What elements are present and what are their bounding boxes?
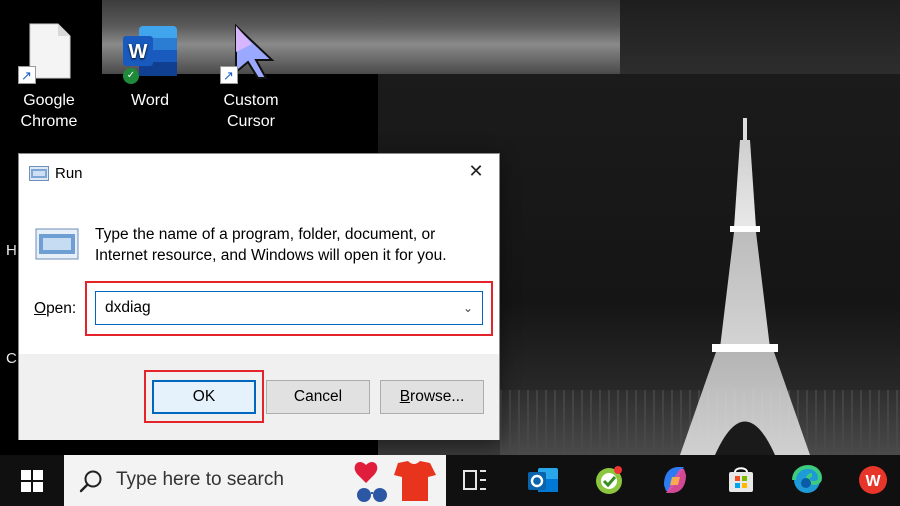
desktop-icon-custom-cursor[interactable]: Custom Cursor bbox=[206, 22, 296, 132]
dialog-title: Run bbox=[55, 165, 83, 182]
dialog-titlebar[interactable]: Run ✕ bbox=[19, 154, 499, 194]
edge-icon[interactable] bbox=[790, 463, 824, 497]
browse-mnemonic: B bbox=[399, 388, 411, 405]
svg-text:W: W bbox=[129, 41, 148, 63]
dialog-description: Type the name of a program, folder, docu… bbox=[95, 226, 447, 264]
desktop-icon-label: Chrome bbox=[20, 113, 78, 130]
search-highlight-illustration-icon bbox=[354, 461, 436, 502]
desktop-icon-google-chrome[interactable]: Google Chrome bbox=[4, 22, 94, 132]
desktop-icon-label: Word bbox=[131, 92, 169, 109]
edge-label-2: C bbox=[6, 350, 17, 367]
browse-label: rowse... bbox=[410, 388, 465, 405]
search-icon bbox=[79, 470, 102, 493]
ok-button[interactable]: OK bbox=[152, 380, 256, 414]
desktop-icon-label: Custom bbox=[223, 92, 279, 109]
windows-logo-icon bbox=[21, 470, 43, 492]
browse-button[interactable]: Browse... bbox=[380, 380, 484, 414]
store-icon[interactable] bbox=[724, 463, 758, 497]
desktop-icon-label: Cursor bbox=[226, 113, 275, 130]
eiffel-tower-image bbox=[680, 118, 810, 455]
run-large-icon bbox=[35, 228, 79, 260]
open-label-text: pen: bbox=[46, 300, 77, 317]
close-button[interactable]: ✕ bbox=[453, 154, 499, 190]
run-icon bbox=[29, 166, 49, 181]
task-view-icon[interactable] bbox=[458, 463, 492, 497]
open-input[interactable] bbox=[96, 292, 456, 324]
close-icon: ✕ bbox=[468, 161, 484, 182]
search-placeholder: Type here to search bbox=[116, 469, 284, 490]
open-combobox[interactable]: ⌄ bbox=[95, 291, 483, 325]
wps-office-icon[interactable]: W bbox=[856, 463, 890, 497]
sync-check-icon: ✓ bbox=[123, 68, 139, 84]
chevron-down-icon[interactable]: ⌄ bbox=[460, 298, 476, 318]
shortcut-arrow-icon bbox=[18, 65, 36, 86]
outlook-icon[interactable] bbox=[526, 463, 560, 497]
copilot-icon[interactable] bbox=[658, 463, 692, 497]
app-green-icon[interactable] bbox=[592, 463, 626, 497]
open-label-mnemonic: O bbox=[34, 300, 47, 317]
svg-text:W: W bbox=[865, 473, 881, 490]
taskbar: Type here to search W bbox=[0, 455, 900, 506]
cancel-button[interactable]: Cancel bbox=[266, 380, 370, 414]
desktop-icon-label: Google bbox=[23, 92, 75, 109]
run-dialog: Run ✕ Type the name of a program, folder… bbox=[18, 153, 500, 440]
wallpaper-sky-dark bbox=[620, 0, 900, 74]
edge-label-1: H bbox=[6, 242, 17, 259]
desktop-icon-word[interactable]: W ✓ Word bbox=[105, 22, 195, 111]
open-label: Open: bbox=[34, 300, 76, 318]
start-button[interactable] bbox=[6, 455, 58, 506]
shortcut-arrow-icon bbox=[220, 65, 238, 86]
